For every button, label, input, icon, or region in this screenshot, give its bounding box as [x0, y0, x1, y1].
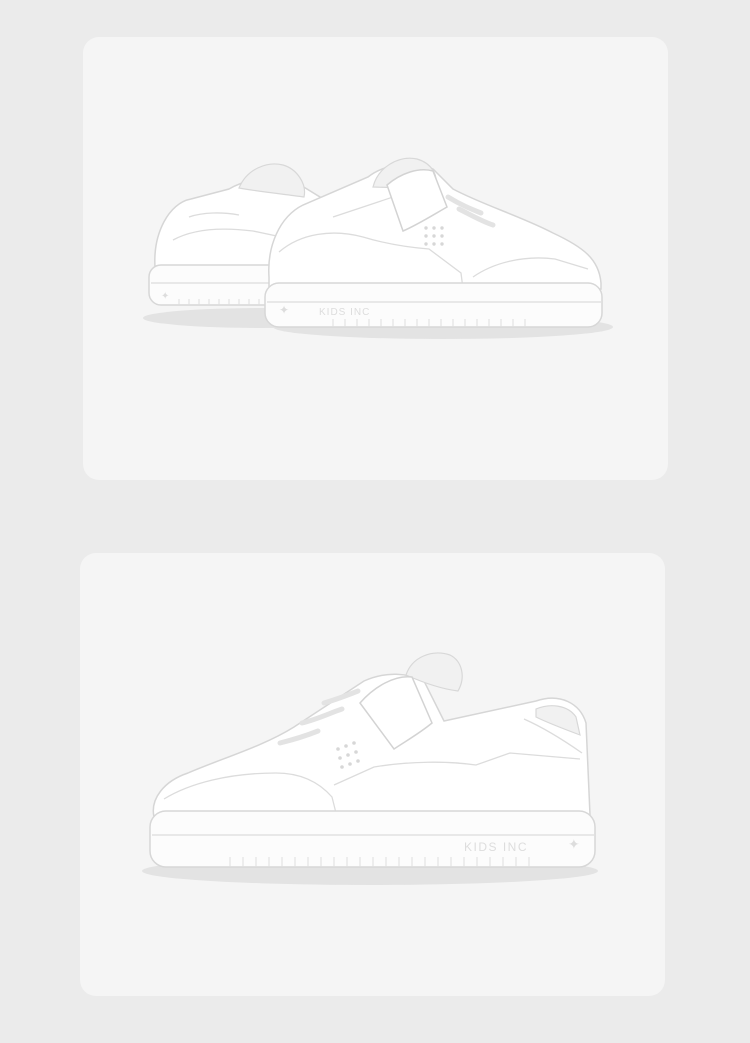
sneaker-pair-illustration: ✦ KIDS INC ✦ — [143, 157, 613, 339]
front-sneaker-sole-brand-text: KIDS INC — [319, 307, 370, 318]
rear-sneaker-star-logo: ✦ — [161, 291, 169, 302]
product-photo-pair-of-sneakers: ✦ KIDS INC ✦ — [83, 37, 668, 480]
product-photo-single-sneaker: KIDS INC ✦ — [80, 553, 665, 996]
single-sneaker-star-logo: ✦ — [568, 836, 580, 852]
single-sneaker-illustration: KIDS INC ✦ — [142, 652, 598, 885]
page: { "images": [ { "id": "top", "alt": "", … — [0, 0, 750, 1043]
single-sneaker-sole-brand-text: KIDS INC — [464, 840, 528, 854]
front-sneaker-sole — [264, 282, 603, 328]
single-sneaker: KIDS INC ✦ — [149, 652, 596, 868]
front-sneaker: KIDS INC ✦ — [264, 157, 603, 328]
front-sneaker-star-logo: ✦ — [279, 303, 289, 317]
